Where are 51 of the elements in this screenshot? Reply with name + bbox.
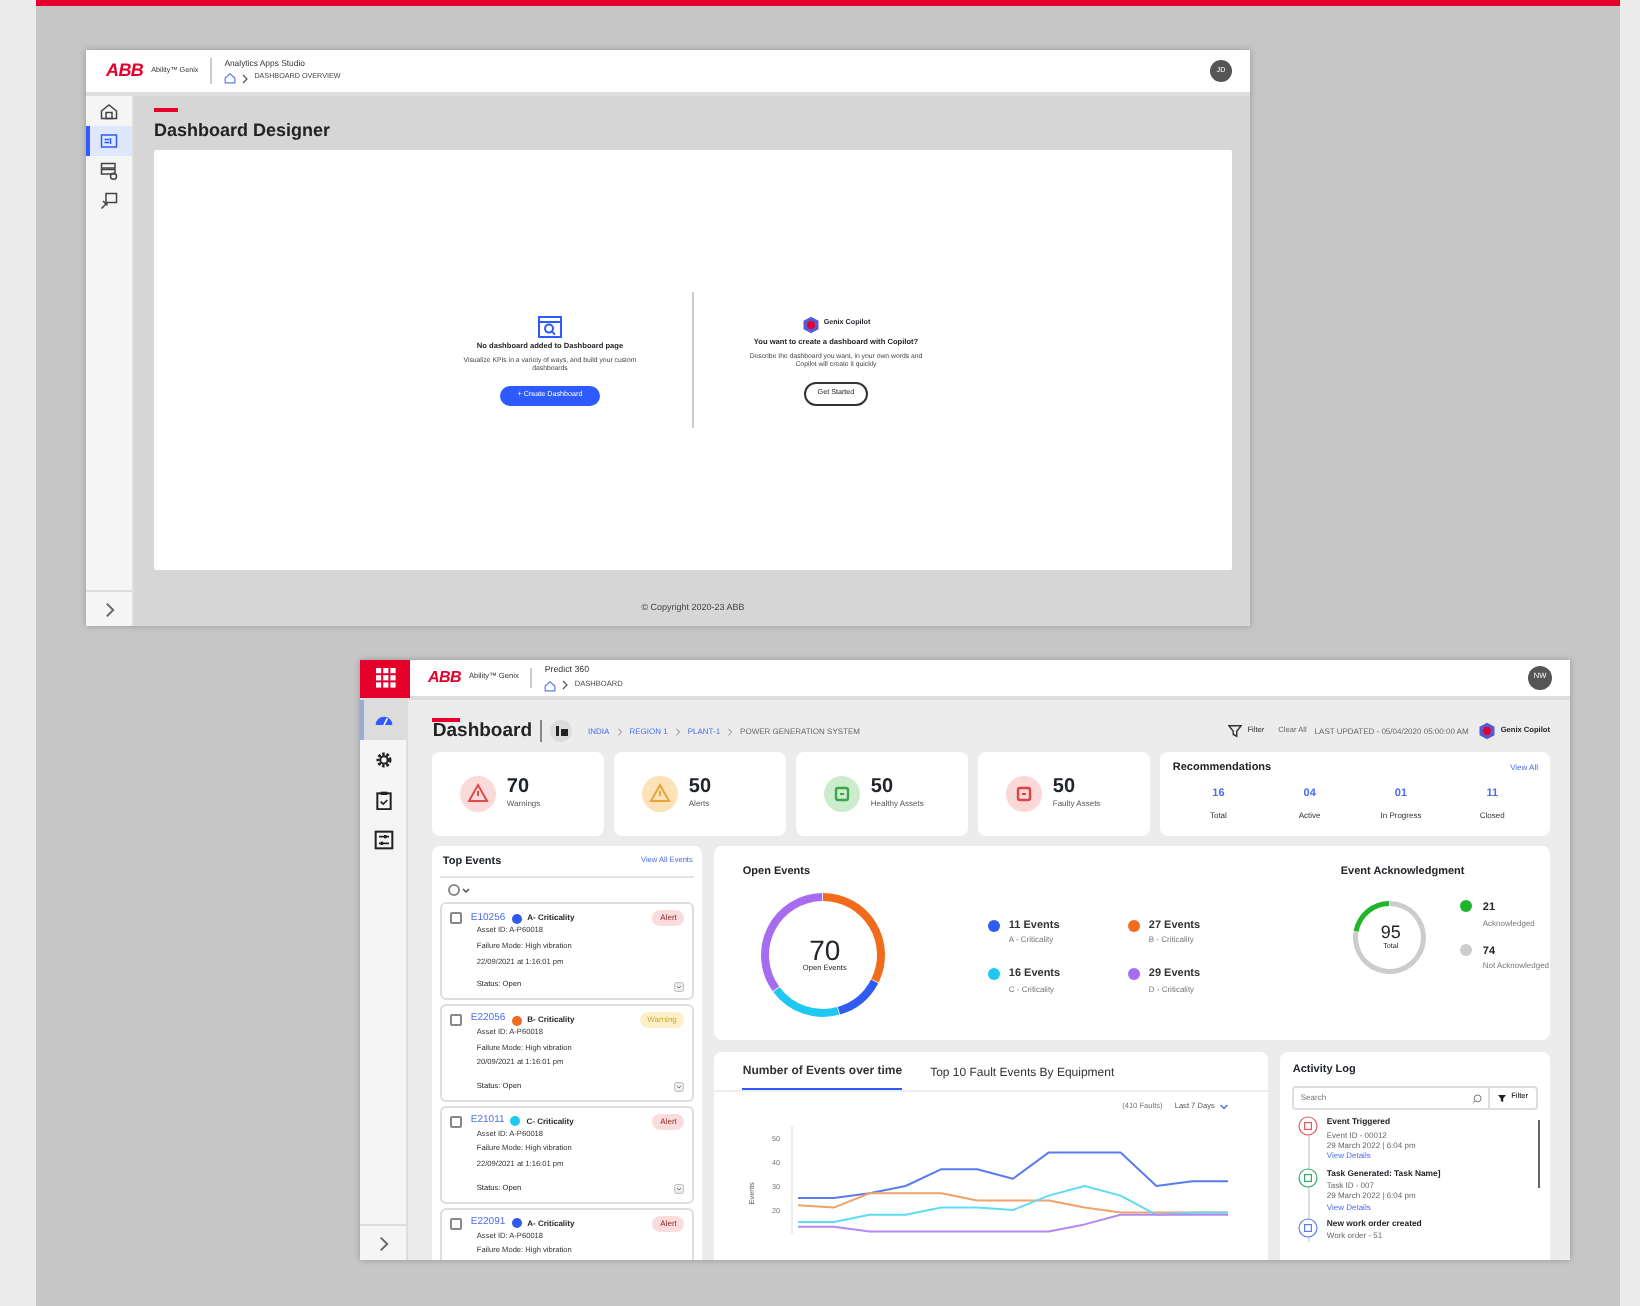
database-icon [100,162,118,180]
alert-icon [1298,1116,1319,1137]
copilot-logo-icon [801,315,820,334]
home-icon[interactable] [224,72,237,85]
chevron-icon [560,680,571,691]
ring-total: 95 [1380,924,1401,943]
kpi-value: 50 [870,778,896,798]
kpi-value: 50 [1052,778,1078,798]
kpi-value: 70 [506,778,532,798]
event-checkbox[interactable] [450,1115,463,1128]
home-icon [100,102,118,120]
chevron-icon [240,73,251,84]
search-window-icon [538,315,562,338]
abb-logo: ABB [428,666,461,690]
expand-icon[interactable] [674,1082,685,1093]
filter-icon [1497,1094,1506,1103]
gear-icon [373,750,394,770]
expand-icon[interactable] [674,1184,685,1195]
hierarchy-button[interactable] [550,720,573,742]
healthy-asset-icon [824,776,861,812]
sliders-icon [373,830,394,850]
grid-icon [375,668,395,688]
warning-icon [460,776,497,812]
home-icon[interactable] [544,679,557,692]
clipboard-icon [373,790,394,810]
event-checkbox[interactable] [450,912,463,925]
dashboard-icon [100,132,118,150]
event-checkbox[interactable] [450,1217,463,1229]
filter-icon[interactable] [1227,724,1242,738]
page-title: Dashboard Designer [154,117,333,144]
expand-icon[interactable] [674,981,685,992]
faulty-asset-icon [1006,776,1043,812]
copilot-logo-icon [1478,722,1497,740]
app-grid-button[interactable] [360,660,410,698]
chevron-icon [101,601,117,617]
tools-icon [100,192,118,210]
page-title: Dashboard [432,722,533,744]
work-order-icon [1298,1218,1319,1239]
scrollbar [1537,1120,1540,1188]
search-icon [1471,1093,1482,1104]
abb-logo: ABB [106,57,144,84]
select-all-checkbox[interactable] [448,884,461,897]
donut-total: 70 [809,936,841,965]
chevron-icon [375,1235,392,1251]
task-icon [1298,1167,1319,1188]
kpi-value: 50 [688,778,712,798]
hierarchy-icon [555,726,568,736]
caret-icon [1220,1104,1229,1111]
alert-icon [642,776,679,812]
event-checkbox[interactable] [450,1014,463,1026]
caret-icon [462,886,471,895]
